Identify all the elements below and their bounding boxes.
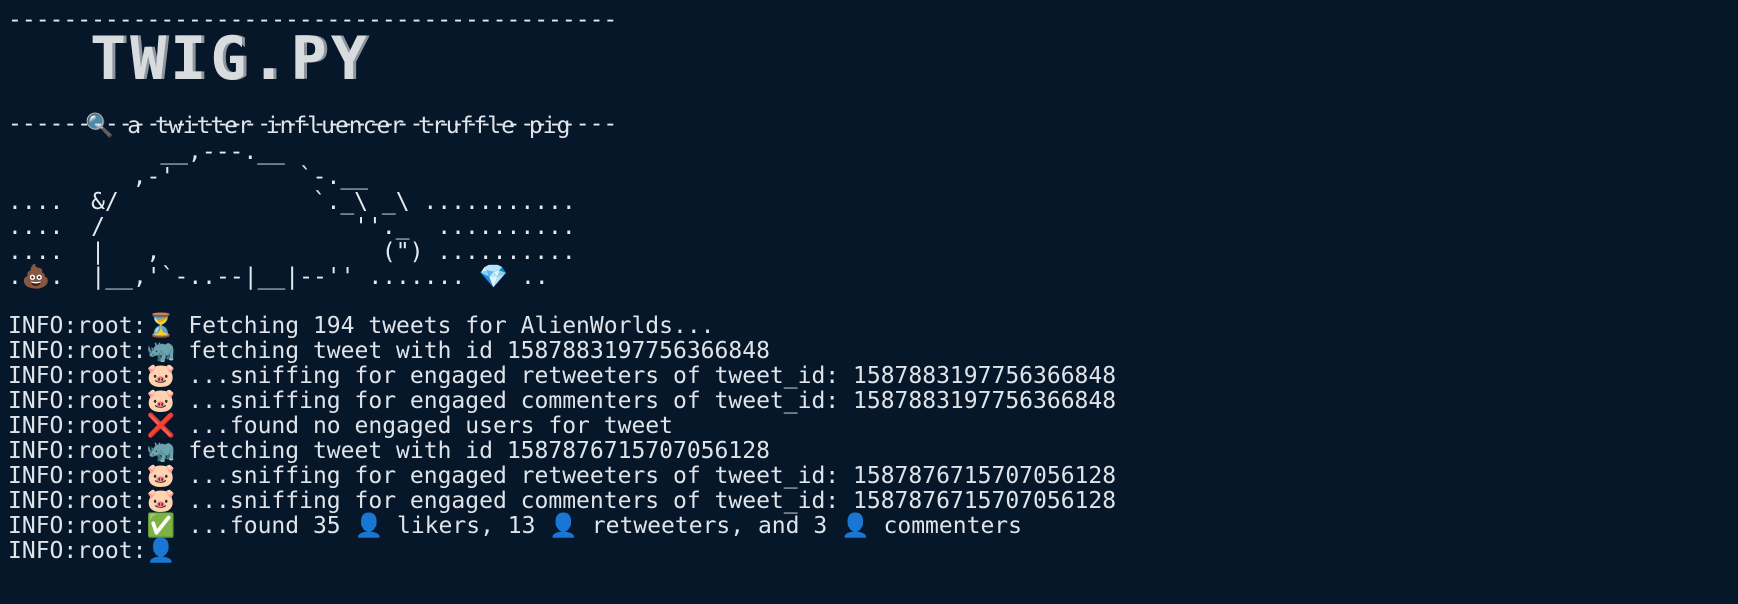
- log-prefix: INFO:root:: [8, 538, 147, 564]
- ascii-art-line: __,---.__: [8, 139, 285, 165]
- log-text: ...found 35 👤 likers, 13 👤 retweeters, a…: [174, 513, 1022, 539]
- terminal-window[interactable]: ----------------------------------------…: [0, 0, 1738, 604]
- log-line: INFO:root:👤: [8, 537, 188, 565]
- log-text: ...sniffing for engaged commenters of tw…: [174, 388, 1117, 414]
- bottom-rule: ----------------------------------------…: [8, 111, 618, 137]
- log-line: INFO:root:🦏 fetching tweet with id 15878…: [8, 437, 770, 465]
- hourglass-icon: ⏳: [146, 313, 176, 339]
- subtitle-line: 🔍 a twitter influencer truffle pig: [30, 84, 570, 139]
- ascii-art-last-line: .💩. |__,'`-..--|__|--'' ....... 💎 ..: [8, 263, 549, 291]
- log-text: ...sniffing for engaged retweeters of tw…: [174, 363, 1117, 389]
- log-line: INFO:root:⏳ Fetching 194 tweets for Alie…: [8, 312, 715, 340]
- fetch-icon: 🦏: [146, 438, 176, 464]
- check-mark-icon: ✅: [146, 513, 176, 539]
- ascii-last-mid: . |__,'`-..--|__|--'' .......: [49, 264, 480, 290]
- log-prefix: INFO:root:: [8, 313, 147, 339]
- log-line: INFO:root:🦏 fetching tweet with id 15878…: [8, 337, 770, 365]
- log-line: INFO:root:🐷 ...sniffing for engaged retw…: [8, 362, 1116, 390]
- pig-icon: 🐷: [146, 388, 176, 414]
- ascii-art-line: .... &/ `._\ _\ ...........: [8, 189, 576, 215]
- log-text: ...found no engaged users for tweet: [174, 413, 673, 439]
- banner-title: TWIG.PY: [90, 24, 371, 94]
- user-icon: 👤: [146, 538, 176, 564]
- log-prefix: INFO:root:: [8, 513, 147, 539]
- ascii-art-line: .... | , (") ..........: [8, 239, 576, 265]
- fetch-icon: 🦏: [146, 338, 176, 364]
- ascii-poop-prefix: .: [8, 264, 22, 290]
- log-text: ...sniffing for engaged commenters of tw…: [174, 488, 1117, 514]
- ascii-last-tail: ..: [507, 264, 549, 290]
- log-prefix: INFO:root:: [8, 463, 147, 489]
- log-text: fetching tweet with id 15878767157070561…: [174, 438, 770, 464]
- ascii-art-line: .... / ''._ ..........: [8, 214, 576, 240]
- log-line: INFO:root:🐷 ...sniffing for engaged comm…: [8, 487, 1116, 515]
- log-prefix: INFO:root:: [8, 413, 147, 439]
- log-prefix: INFO:root:: [8, 488, 147, 514]
- log-prefix: INFO:root:: [8, 388, 147, 414]
- ascii-art-line: ,-' `-.__: [8, 164, 369, 190]
- log-prefix: INFO:root:: [8, 338, 147, 364]
- log-text: ...sniffing for engaged retweeters of tw…: [174, 463, 1117, 489]
- log-prefix: INFO:root:: [8, 363, 147, 389]
- pig-icon: 🐷: [146, 463, 176, 489]
- cross-mark-icon: ❌: [146, 413, 176, 439]
- log-line: INFO:root:🐷 ...sniffing for engaged comm…: [8, 387, 1116, 415]
- pig-icon: 🐷: [146, 363, 176, 389]
- log-text: Fetching 194 tweets for AlienWorlds...: [174, 313, 715, 339]
- banner: TWIG.PY: [90, 24, 371, 94]
- log-prefix: INFO:root:: [8, 438, 147, 464]
- poop-icon: 💩: [21, 264, 51, 290]
- log-text: fetching tweet with id 15878831977563668…: [174, 338, 770, 364]
- log-line: INFO:root:❌ ...found no engaged users fo…: [8, 412, 673, 440]
- pig-icon: 🐷: [146, 488, 176, 514]
- log-line: INFO:root:🐷 ...sniffing for engaged retw…: [8, 462, 1116, 490]
- log-line: INFO:root:✅ ...found 35 👤 likers, 13 👤 r…: [8, 512, 1022, 540]
- gem-icon: 💎: [479, 264, 508, 290]
